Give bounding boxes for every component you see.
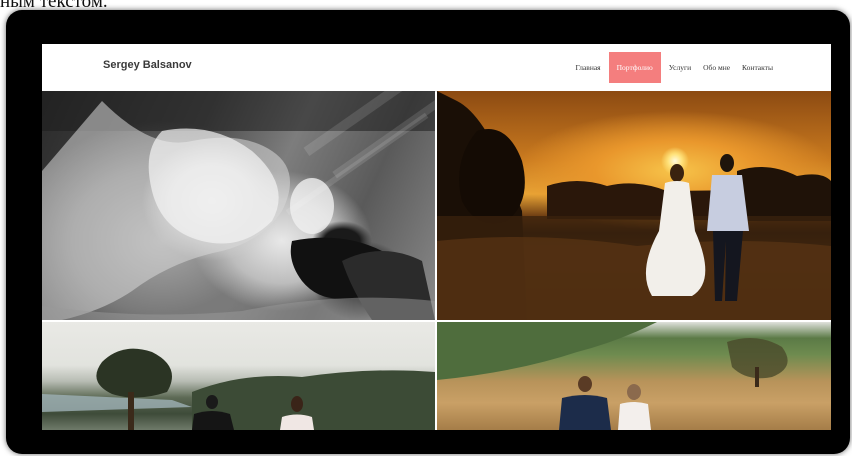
menu-item-contacts[interactable]: Контакты bbox=[736, 52, 779, 83]
lake-illustration bbox=[42, 348, 435, 430]
menu-item-about[interactable]: Обо мне bbox=[697, 52, 736, 83]
site-brand[interactable]: Sergey Balsanov bbox=[103, 59, 192, 71]
website-preview: Sergey Balsanov Главная Портфолио Услуги… bbox=[42, 44, 831, 430]
gallery-photo-bride[interactable] bbox=[42, 91, 435, 320]
sunset-illustration bbox=[437, 91, 831, 320]
field-illustration bbox=[437, 322, 788, 430]
portfolio-gallery bbox=[42, 91, 831, 430]
bride-illustration bbox=[42, 91, 435, 320]
menu-item-portfolio[interactable]: Портфолио bbox=[608, 52, 661, 83]
navbar: Sergey Balsanov Главная Портфолио Услуги… bbox=[42, 44, 831, 92]
main-menu: Главная Портфолио Услуги Обо мне Контакт… bbox=[569, 52, 779, 83]
gallery-photo-lake-tree[interactable] bbox=[42, 322, 435, 430]
menu-item-services[interactable]: Услуги bbox=[663, 52, 697, 83]
gallery-photo-sunset-couple[interactable] bbox=[437, 91, 831, 320]
gallery-photo-field-couple[interactable] bbox=[437, 322, 831, 430]
menu-item-home[interactable]: Главная bbox=[569, 52, 606, 83]
